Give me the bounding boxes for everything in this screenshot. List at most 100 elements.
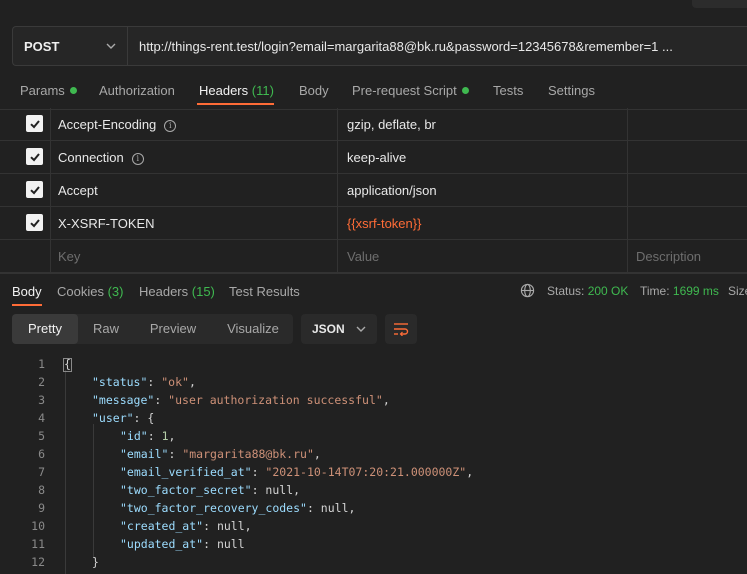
json-string: "margarita88@bk.ru" xyxy=(182,447,314,461)
line-number: 1 xyxy=(38,357,45,371)
json-number: 1 xyxy=(161,429,169,443)
tab-settings-label: Settings xyxy=(548,83,595,98)
json-null: null xyxy=(320,501,349,515)
check-icon xyxy=(29,218,40,227)
view-visualize-button[interactable]: Visualize xyxy=(218,314,288,344)
tab-authorization-label: Authorization xyxy=(99,83,175,98)
wrap-lines-button[interactable] xyxy=(385,314,417,344)
line-number: 6 xyxy=(38,447,45,461)
json-key: "two_factor_secret" xyxy=(120,483,252,497)
response-tab-headers-count: (15) xyxy=(191,284,215,299)
response-tab-headers[interactable]: Headers (15) xyxy=(139,284,215,299)
header-checkbox[interactable] xyxy=(26,148,43,165)
response-tab-body[interactable]: Body xyxy=(12,284,42,299)
tab-settings[interactable]: Settings xyxy=(548,83,595,98)
url-bar: POST http://things-rent.test/login?email… xyxy=(12,26,747,66)
tab-authorization[interactable]: Authorization xyxy=(99,83,175,98)
header-value-variable[interactable]: {{xsrf-token}} xyxy=(347,216,421,231)
window-control-area xyxy=(692,0,747,8)
json-string: "2021-10-14T07:20:21.000000Z" xyxy=(265,465,467,479)
header-checkbox[interactable] xyxy=(26,115,43,132)
format-label: JSON xyxy=(312,322,345,336)
value-input[interactable]: Value xyxy=(347,249,379,264)
line-number: 4 xyxy=(38,411,45,425)
code-line: "id": 1, xyxy=(120,429,176,443)
code-line: "created_at": null, xyxy=(120,519,252,533)
status-readout: Status: 200 OK xyxy=(547,284,628,298)
header-row: X-XSRF-TOKEN {{xsrf-token}} xyxy=(0,207,747,240)
header-key[interactable]: Connection i xyxy=(58,150,144,165)
header-key[interactable]: Accept-Encoding i xyxy=(58,117,177,132)
header-value[interactable]: application/json xyxy=(347,183,437,198)
json-null: null xyxy=(216,537,245,551)
status-value: 200 OK xyxy=(587,284,629,298)
code-line: "two_factor_secret": null, xyxy=(120,483,301,497)
header-checkbox[interactable] xyxy=(26,214,43,231)
view-raw-button[interactable]: Raw xyxy=(82,314,130,344)
json-key: "created_at" xyxy=(120,519,204,533)
description-input[interactable]: Description xyxy=(636,249,701,264)
tab-headers[interactable]: Headers (11) xyxy=(199,83,274,98)
json-key: "email" xyxy=(120,447,169,461)
view-preview-button[interactable]: Preview xyxy=(138,314,208,344)
info-icon[interactable]: i xyxy=(131,153,144,165)
indent-guide xyxy=(65,370,66,574)
header-value[interactable]: keep-alive xyxy=(347,150,406,165)
tab-pre-request-script[interactable]: Pre-request Script xyxy=(352,83,469,98)
json-string: "user authorization successful" xyxy=(168,393,383,407)
method-select[interactable]: POST xyxy=(13,27,128,65)
url-input[interactable]: http://things-rent.test/login?email=marg… xyxy=(128,39,673,54)
tab-body-label: Body xyxy=(299,83,329,98)
size-readout: Size xyxy=(728,284,747,298)
format-select[interactable]: JSON xyxy=(301,314,377,344)
tab-pre-request-label: Pre-request Script xyxy=(352,83,457,98)
tab-body[interactable]: Body xyxy=(299,83,329,98)
response-tab-cookies-label: Cookies xyxy=(57,284,104,299)
chevron-down-icon xyxy=(356,326,366,332)
response-tab-test-results[interactable]: Test Results xyxy=(229,284,300,299)
response-tab-cookies-count: (3) xyxy=(107,284,124,299)
tab-params-label: Params xyxy=(20,83,65,98)
code-line: "email": "margarita88@bk.ru", xyxy=(120,447,321,461)
time-label: Time: xyxy=(640,284,670,298)
code-line: "user": { xyxy=(92,411,155,425)
header-value[interactable]: gzip, deflate, br xyxy=(347,117,436,132)
code-line: "message": "user authorization successfu… xyxy=(92,393,390,407)
header-row: Accept application/json xyxy=(0,174,747,207)
header-row: Connection i keep-alive xyxy=(0,141,747,174)
response-tab-cookies[interactable]: Cookies (3) xyxy=(57,284,123,299)
indent-guide xyxy=(93,424,94,557)
globe-icon[interactable] xyxy=(520,283,535,298)
tab-params[interactable]: Params xyxy=(20,83,77,98)
json-null: null xyxy=(216,519,245,533)
json-key: "user" xyxy=(92,411,134,425)
code-line: "two_factor_recovery_codes": null, xyxy=(120,501,356,515)
response-tab-headers-label: Headers xyxy=(139,284,189,299)
header-row: Accept-Encoding i gzip, deflate, br xyxy=(0,108,747,141)
check-icon xyxy=(29,185,40,194)
tab-headers-label: Headers xyxy=(199,83,249,98)
info-icon[interactable]: i xyxy=(164,120,177,132)
header-key[interactable]: X-XSRF-TOKEN xyxy=(58,216,155,231)
header-row-empty: Key Value Description xyxy=(0,240,747,273)
json-key: "email_verified_at" xyxy=(120,465,252,479)
line-number: 7 xyxy=(38,465,45,479)
time-readout: Time: 1699 ms xyxy=(640,284,719,298)
json-key: "message" xyxy=(92,393,155,407)
line-number: 10 xyxy=(31,519,45,533)
key-input[interactable]: Key xyxy=(58,249,80,264)
tab-tests[interactable]: Tests xyxy=(493,83,523,98)
tab-headers-count: (11) xyxy=(251,83,274,98)
line-number: 3 xyxy=(38,393,45,407)
top-strip xyxy=(0,0,747,22)
code-line: "status": "ok", xyxy=(92,375,196,389)
line-number: 11 xyxy=(31,537,45,551)
header-key-text: Accept-Encoding xyxy=(58,117,157,132)
header-checkbox[interactable] xyxy=(26,181,43,198)
json-key: "two_factor_recovery_codes" xyxy=(120,501,307,515)
method-label: POST xyxy=(24,38,60,54)
view-pretty-button[interactable]: Pretty xyxy=(12,314,78,344)
check-icon xyxy=(29,119,40,128)
line-number: 5 xyxy=(38,429,45,443)
header-key[interactable]: Accept xyxy=(58,183,98,198)
